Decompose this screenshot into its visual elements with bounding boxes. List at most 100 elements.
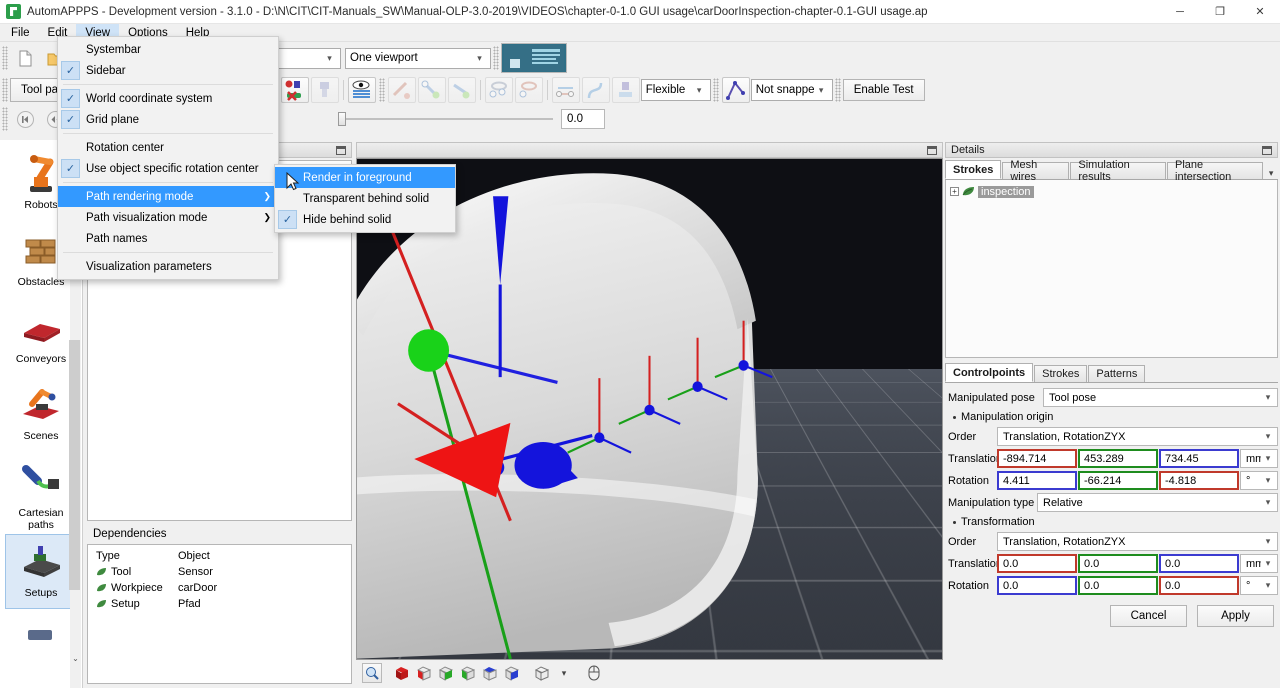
tab-strokes-props[interactable]: Strokes (1034, 365, 1087, 382)
menu-item-visualization-parameters[interactable]: Visualization parameters (58, 256, 278, 277)
submenu-item-transparent-behind-solid[interactable]: Transparent behind solid (275, 188, 455, 209)
submenu-item-hide-behind-solid[interactable]: ✓ Hide behind solid (275, 209, 455, 230)
menu-item-path-rendering-mode[interactable]: Path rendering mode ❯ (58, 186, 278, 207)
tool-orientation-icon[interactable] (612, 77, 640, 103)
menu-item-rotation-center[interactable]: Rotation center (58, 137, 278, 158)
flexible-combo[interactable]: Flexible ▾ (641, 79, 711, 101)
pick-edge-icon[interactable] (448, 77, 476, 103)
toolbar-grip[interactable] (713, 78, 719, 102)
menu-item-use-object-specific-rotation-center[interactable]: ✓ Use object specific rotation center (58, 158, 278, 179)
transformation-rotation-z[interactable]: 0.0 (1159, 576, 1239, 595)
tab-simulation-results[interactable]: Simulation results (1070, 162, 1166, 179)
manipulation-type-combo[interactable]: Relative ▾ (1037, 493, 1278, 512)
step-backward-icon[interactable] (11, 106, 39, 132)
menu-item-sidebar[interactable]: ✓ Sidebar (58, 60, 278, 81)
enable-test-button[interactable]: Enable Test (843, 79, 925, 101)
tree-item-inspection[interactable]: + inspection (950, 184, 1273, 199)
menu-item-systembar[interactable]: Systembar (58, 39, 278, 60)
origin-translation-x[interactable]: -894.714 (997, 449, 1077, 468)
transformation-group[interactable]: Transformation (945, 514, 1278, 531)
tab-controlpoints[interactable]: Controlpoints (945, 363, 1033, 382)
pick-contour-icon[interactable] (515, 77, 543, 103)
transformation-rotation-x[interactable]: 0.0 (997, 576, 1077, 595)
visibility-icon[interactable] (348, 77, 376, 103)
view-cube-blue-outline-icon[interactable] (502, 663, 522, 683)
transformation-rotation-unit-combo[interactable]: ° ▾ (1240, 576, 1278, 595)
mouse-navigation-icon[interactable] (584, 663, 604, 683)
view-cube-red-icon[interactable] (392, 663, 412, 683)
transformation-rotation-y[interactable]: 0.0 (1078, 576, 1158, 595)
expander-icon[interactable]: + (950, 187, 959, 196)
pick-surface-icon[interactable] (485, 77, 513, 103)
transformation-translation-z[interactable]: 0.0 (1159, 554, 1239, 573)
table-row[interactable]: Tool Sensor (88, 564, 351, 580)
close-button[interactable]: ✕ (1240, 0, 1280, 24)
minimize-button[interactable]: ─ (1160, 0, 1200, 24)
pick-point-icon[interactable] (418, 77, 446, 103)
origin-rotation-x[interactable]: 4.411 (997, 471, 1077, 490)
undock-icon[interactable] (927, 146, 937, 155)
align-path-icon[interactable] (552, 77, 580, 103)
view-cube-red-outline-icon[interactable] (414, 663, 434, 683)
toolbar-grip[interactable] (2, 78, 8, 102)
submenu-item-render-in-foreground[interactable]: Render in foreground (275, 167, 455, 188)
manipulated-pose-combo[interactable]: Tool pose ▾ (1043, 388, 1278, 407)
transformation-order-combo[interactable]: Translation, RotationZYX ▾ (997, 532, 1278, 551)
viewport-layout-combo[interactable]: One viewport ▾ (345, 48, 491, 69)
toolbar-grip[interactable] (2, 107, 8, 131)
menu-file[interactable]: File (2, 24, 39, 41)
tab-patterns[interactable]: Patterns (1088, 365, 1145, 382)
ghost-pose-icon[interactable] (311, 77, 339, 103)
sidebar-item-conveyors[interactable]: Conveyors (5, 300, 77, 375)
sidebar-item-scenes[interactable]: Scenes (5, 377, 77, 452)
menu-item-path-visualization-mode[interactable]: Path visualization mode ❯ (58, 207, 278, 228)
dropdown-caret-icon[interactable]: ▾ (554, 663, 574, 683)
tab-plane-intersection[interactable]: Plane intersection (1167, 162, 1263, 179)
origin-rotation-z[interactable]: -4.818 (1159, 471, 1239, 490)
origin-translation-unit-combo[interactable]: mm ▾ (1240, 449, 1278, 468)
table-row[interactable]: Workpiece carDoor (88, 580, 351, 596)
3d-viewport[interactable] (356, 158, 943, 660)
transformation-translation-x[interactable]: 0.0 (997, 554, 1077, 573)
tabs-overflow-icon[interactable]: ▾ (1264, 168, 1278, 179)
cancel-button[interactable]: Cancel (1110, 605, 1187, 627)
menu-item-world-coordinate-system[interactable]: ✓ World coordinate system (58, 88, 278, 109)
controlpoint-frames[interactable] (357, 159, 942, 659)
origin-translation-y[interactable]: 453.289 (1078, 449, 1158, 468)
scene-thumbnail[interactable] (501, 43, 567, 73)
undock-icon[interactable] (1262, 146, 1272, 155)
toolbar-grip[interactable] (835, 78, 841, 102)
view-cube-green-icon[interactable] (436, 663, 456, 683)
transformation-translation-unit-combo[interactable]: mm ▾ (1240, 554, 1278, 573)
toolbar-grip[interactable] (2, 46, 8, 70)
delete-pose-icon[interactable] (281, 77, 309, 103)
undock-icon[interactable] (336, 146, 346, 155)
apply-button[interactable]: Apply (1197, 605, 1274, 627)
origin-order-combo[interactable]: Translation, RotationZYX ▾ (997, 427, 1278, 446)
zoom-fit-icon[interactable] (362, 663, 382, 683)
menu-item-path-names[interactable]: Path names (58, 228, 278, 249)
origin-rotation-y[interactable]: -66.214 (1078, 471, 1158, 490)
timeline-value-input[interactable]: 0.0 (561, 109, 605, 129)
origin-translation-z[interactable]: 734.45 (1159, 449, 1239, 468)
toolbar-grip[interactable] (379, 78, 385, 102)
menu-item-grid-plane[interactable]: ✓ Grid plane (58, 109, 278, 130)
sidebar-item-cartesian-paths[interactable]: Cartesian paths (5, 454, 77, 532)
timeline-slider[interactable] (338, 109, 553, 129)
sidebar-scroll-down-button[interactable]: ⌄ (70, 654, 81, 668)
sidebar-item-setups[interactable]: Setups (5, 534, 77, 609)
origin-rotation-unit-combo[interactable]: ° ▾ (1240, 471, 1278, 490)
strokes-tree[interactable]: + inspection (945, 180, 1278, 358)
transformation-translation-y[interactable]: 0.0 (1078, 554, 1158, 573)
tab-mesh-wires[interactable]: Mesh wires (1002, 162, 1069, 179)
tab-strokes[interactable]: Strokes (945, 160, 1001, 179)
table-row[interactable]: Setup Pfad (88, 596, 351, 612)
curve-path-icon[interactable] (582, 77, 610, 103)
measure-distance-icon[interactable] (388, 77, 416, 103)
new-document-icon[interactable] (11, 45, 39, 71)
manipulation-origin-group[interactable]: Manipulation origin (945, 409, 1278, 426)
maximize-button[interactable]: ❐ (1200, 0, 1240, 24)
sidebar-item-extra[interactable] (5, 611, 77, 686)
snap-tool-icon[interactable] (722, 77, 750, 103)
view-cube-iso-icon[interactable] (532, 663, 552, 683)
